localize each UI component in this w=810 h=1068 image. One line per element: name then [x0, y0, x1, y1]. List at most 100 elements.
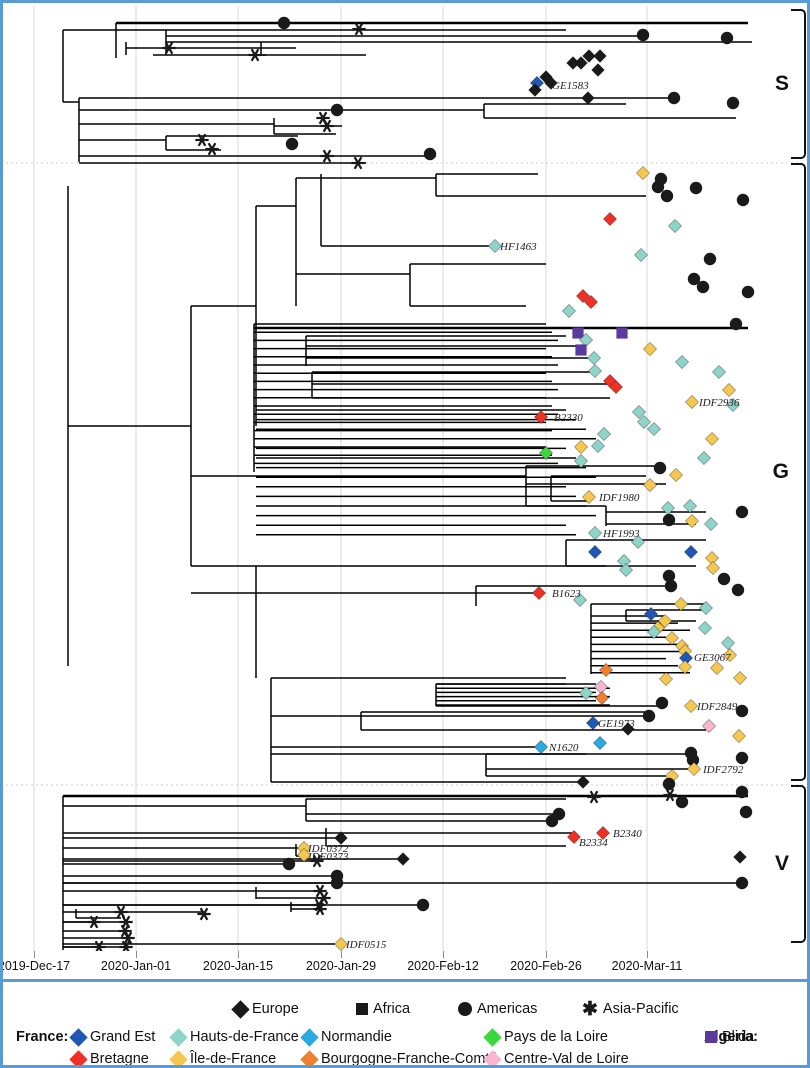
phylogenetic-tree-figure: GE1583 HF1463 IDF2936 B2330 IDF1980 HF1993 B16…	[0, 0, 810, 1068]
tip-label: HF1463	[499, 241, 537, 253]
tip-label: B2340	[613, 828, 642, 840]
legend-france-row-2: Bretagne Île-de-France Bourgogne-Franche-C…	[6, 1049, 807, 1067]
tip-marker-diamond	[697, 451, 711, 465]
tip-marker-diamond	[665, 631, 679, 645]
clade-label-G: G	[772, 460, 789, 483]
tip-label: IDF2936	[698, 397, 740, 409]
tip-marker-diamond	[396, 852, 410, 866]
tip-label: B2330	[554, 412, 583, 424]
axis-tick-0	[34, 951, 35, 958]
tip-marker-diamond	[721, 636, 735, 650]
diamond-icon	[231, 999, 250, 1019]
tip-markers	[87, 16, 755, 951]
legend-item-label: Americas	[477, 1001, 538, 1017]
tip-marker-diamond	[591, 63, 605, 77]
diamond-icon	[169, 1049, 188, 1065]
tip-marker-diamond	[705, 432, 719, 446]
tip-marker-circle	[735, 751, 749, 765]
tip-marker-circle	[330, 876, 344, 890]
tip-marker-circle	[651, 180, 665, 194]
tip-marker-square	[616, 327, 628, 339]
tip-marker-circle	[735, 876, 749, 890]
tip-label: GE1973	[598, 718, 635, 730]
clade-label-V: V	[774, 852, 789, 875]
tip-marker-circle	[696, 280, 710, 294]
tip-marker-diamond	[685, 395, 699, 409]
tip-marker-asterisk	[197, 907, 211, 921]
tip-marker-asterisk	[587, 790, 601, 804]
legend-item-asia-pacific[interactable]: ✱ Asia-Pacific	[582, 998, 679, 1020]
tip-marker-circle	[717, 572, 731, 586]
tip-marker-circle	[655, 696, 669, 710]
asterisk-icon: ✱	[582, 998, 598, 1020]
tip-marker-circle	[720, 31, 734, 45]
tip-marker-diamond	[594, 680, 608, 694]
tip-marker-diamond	[668, 219, 682, 233]
legend-item-bretagne[interactable]: Bretagne	[69, 1049, 149, 1065]
tip-marker-diamond	[634, 248, 648, 262]
tip-marker-diamond	[532, 586, 546, 600]
tip-marker-square	[572, 327, 584, 339]
tip-marker-diamond	[678, 660, 692, 674]
circle-icon	[458, 1002, 472, 1016]
axis-tick-1	[136, 951, 137, 958]
tip-marker-asterisk	[114, 905, 128, 919]
legend-item--le-de-france[interactable]: Île-de-France	[169, 1049, 277, 1067]
tip-marker-circle	[735, 704, 749, 718]
tip-marker-asterisk	[351, 156, 365, 170]
tip-marker-circle	[667, 91, 681, 105]
tip-marker-diamond	[588, 526, 602, 540]
axis-tick-label: 2020-Feb-12	[407, 959, 479, 973]
tip-marker-circle	[735, 505, 749, 519]
tip-marker-diamond	[675, 355, 689, 369]
time-axis: 2019-Dec-17 2020-Jan-01 2020-Jan-15 2020-Ja…	[3, 951, 807, 981]
tip-marker-diamond	[597, 427, 611, 441]
axis-tick-label: 2020-Feb-26	[510, 959, 582, 973]
legend-algeria-row: Blida	[6, 1029, 807, 1049]
bracket-shape	[791, 9, 806, 159]
tip-marker-asterisk	[248, 48, 262, 62]
square-icon	[356, 1003, 368, 1015]
tip-label: B2334	[579, 837, 608, 849]
tip-marker-circle	[729, 317, 743, 331]
legend-item-label: Centre-Val de Loire	[504, 1051, 629, 1067]
diamond-icon	[69, 1049, 88, 1065]
legend-item-blida[interactable]: Blida	[705, 1029, 754, 1045]
tip-label: N1620	[548, 742, 579, 754]
legend: Europe Africa Americas ✱ Asia-Pacific France…	[6, 985, 807, 1067]
legend-item-americas[interactable]: Americas	[458, 1001, 537, 1017]
legend-item-africa[interactable]: Africa	[356, 1001, 410, 1017]
legend-item-europe[interactable]: Europe	[231, 999, 299, 1019]
tip-marker-diamond	[576, 775, 590, 789]
tip-marker-circle	[726, 96, 740, 110]
tip-marker-asterisk	[316, 111, 330, 125]
tip-marker-diamond	[698, 621, 712, 635]
tip-marker-circle	[662, 777, 676, 791]
tip-marker-diamond	[593, 49, 607, 63]
legend-item-label: Europe	[252, 1001, 299, 1017]
tip-marker-diamond	[722, 383, 736, 397]
tip-marker-circle	[653, 461, 667, 475]
tip-marker-circle	[285, 137, 299, 151]
tip-marker-circle	[731, 583, 745, 597]
diamond-icon	[300, 1049, 319, 1065]
tip-marker-diamond	[603, 212, 617, 226]
legend-item-label: Île-de-France	[190, 1051, 277, 1067]
tip-marker-diamond	[704, 517, 718, 531]
legend-item-label: Asia-Pacific	[602, 1001, 679, 1017]
legend-divider-top	[3, 979, 807, 982]
tip-marker-circle	[277, 16, 291, 30]
legend-item-label: Bourgogne-Franche-Comté	[321, 1051, 498, 1067]
tip-marker-circle	[330, 103, 344, 117]
tip-marker-asterisk	[320, 119, 334, 133]
legend-item-bourgogne-franche-comt-[interactable]: Bourgogne-Franche-Comté	[300, 1049, 498, 1067]
tip-marker-circle	[703, 252, 717, 266]
tip-marker-asterisk	[663, 788, 677, 802]
tip-marker-asterisk	[205, 142, 219, 156]
tip-marker-circle	[642, 709, 656, 723]
legend-item-centre-val-de-loire[interactable]: Centre-Val de Loire	[483, 1049, 629, 1067]
tip-marker-circle	[545, 814, 559, 828]
tip-marker-diamond	[647, 422, 661, 436]
tip-marker-asterisk	[320, 149, 334, 163]
tip-marker-circle	[735, 785, 749, 799]
